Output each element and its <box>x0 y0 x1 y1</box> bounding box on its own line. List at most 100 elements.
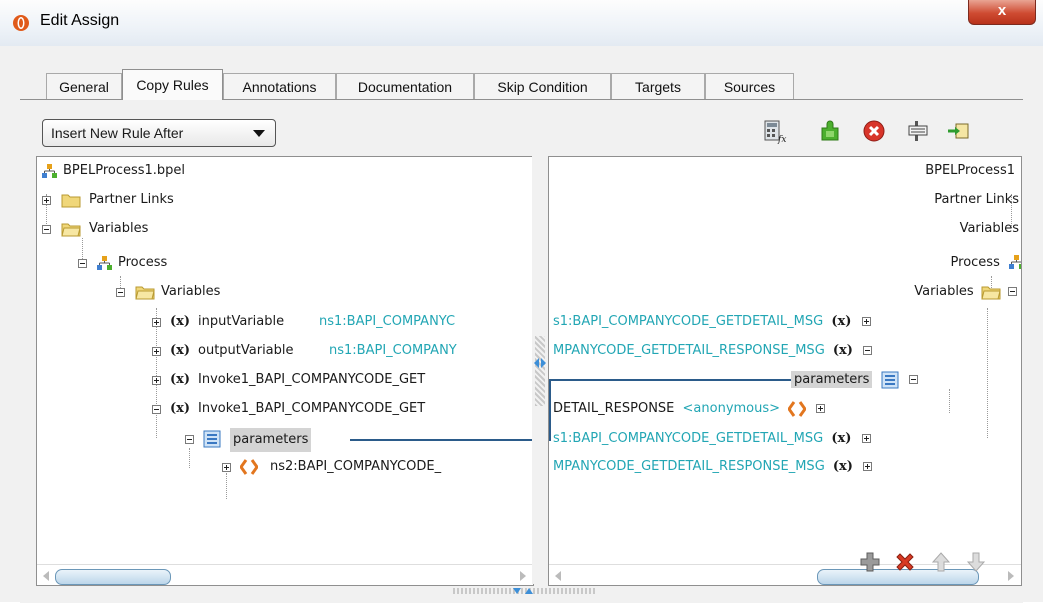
expand-icon[interactable] <box>816 404 826 413</box>
bulk-copy-icon[interactable] <box>905 118 931 144</box>
variable-icon: (x) <box>831 431 852 446</box>
tree-label: outputVariable <box>198 343 294 358</box>
tree-label: DETAIL_RESPONSE <box>553 401 675 416</box>
collapse-icon[interactable] <box>908 375 918 384</box>
tree-item-process[interactable]: Process <box>950 252 1021 274</box>
collapse-icon[interactable] <box>42 225 51 234</box>
expand-icon[interactable] <box>152 347 161 356</box>
variable-icon: (x) <box>170 314 191 329</box>
complex-type-icon <box>788 400 807 417</box>
expand-icon[interactable] <box>863 462 873 471</box>
copy-rules-panel: Insert New Rule After fx BPELProcess1.bp… <box>20 99 1023 603</box>
expand-icon[interactable] <box>42 196 51 205</box>
tree-label: Variables <box>914 284 974 299</box>
tab-sources[interactable]: Sources <box>705 73 794 99</box>
tree-item-root[interactable]: BPELProcess1 <box>925 160 1015 182</box>
move-up-icon[interactable] <box>929 550 953 574</box>
process-icon <box>42 164 57 178</box>
delete-rule-icon[interactable] <box>861 118 887 144</box>
tree-label: Process <box>118 255 168 270</box>
tree-label: parameters <box>230 428 312 452</box>
transform-icon[interactable] <box>945 118 971 144</box>
collapse-icon[interactable] <box>1008 287 1017 296</box>
variable-icon: (x) <box>170 372 191 387</box>
collapse-icon[interactable] <box>863 346 873 355</box>
scroll-left-icon[interactable] <box>43 571 49 581</box>
folder-open-icon <box>135 286 155 300</box>
tree-item-variables[interactable]: Variables <box>960 218 1019 240</box>
expand-icon[interactable] <box>152 318 161 327</box>
close-button[interactable]: x <box>968 0 1036 25</box>
scroll-right-icon[interactable] <box>1008 571 1014 581</box>
tree-item-process-variables[interactable]: Variables <box>914 281 1017 303</box>
add-icon[interactable] <box>858 550 882 574</box>
delete-icon[interactable] <box>893 550 917 574</box>
scroll-thumb[interactable] <box>55 569 171 585</box>
mapping-line[interactable] <box>549 379 551 441</box>
folder-open-icon <box>61 223 81 237</box>
process-icon <box>97 256 112 270</box>
collapse-icon[interactable] <box>116 288 125 297</box>
horizontal-scrollbar[interactable] <box>37 564 533 585</box>
scroll-right-icon[interactable] <box>520 571 526 581</box>
tree-item-target-input[interactable]: s1:BAPI_COMPANYCODE_GETDETAIL_MSG (x) <box>553 311 871 333</box>
tree-type: s1:BAPI_COMPANYCODE_GETDETAIL_MSG <box>553 314 824 329</box>
tree-type: <anonymous> <box>682 401 781 416</box>
tab-general[interactable]: General <box>46 73 122 99</box>
collapse-icon[interactable] <box>78 259 87 268</box>
expand-icon[interactable] <box>861 317 871 326</box>
tree-type: ns1:BAPI_COMPANY <box>329 343 457 358</box>
expand-icon[interactable] <box>222 463 231 472</box>
splitter-grip[interactable] <box>535 336 545 406</box>
variable-icon: (x) <box>170 401 191 416</box>
tree-item-target-row6[interactable]: MPANYCODE_GETDETAIL_RESPONSE_MSG (x) <box>553 456 873 478</box>
collapse-arrows-icon[interactable] <box>532 357 548 369</box>
scroll-left-icon[interactable] <box>555 571 561 581</box>
tab-annotations[interactable]: Annotations <box>223 73 336 99</box>
tree-label: Process <box>950 255 1000 270</box>
folder-icon <box>61 194 81 208</box>
expand-icon[interactable] <box>861 434 871 443</box>
tree-item-target-parameters[interactable]: parameters <box>791 369 918 391</box>
collapse-icon[interactable] <box>152 405 161 414</box>
folder-open-icon <box>981 286 1001 299</box>
expand-icon[interactable] <box>152 376 161 385</box>
complex-type-icon <box>240 459 258 475</box>
tree-label: BPELProcess1.bpel <box>63 163 186 178</box>
tab-copy-rules[interactable]: Copy Rules <box>122 69 223 100</box>
collapse-icon[interactable] <box>185 435 194 444</box>
insert-rule-dropdown-value: Insert New Rule After <box>51 125 184 141</box>
tree-type: s1:BAPI_COMPANYCODE_GETDETAIL_MSG <box>553 431 824 446</box>
tree-label: Variables <box>959 221 1019 236</box>
tree-item-target-response[interactable]: DETAIL_RESPONSE <anonymous> <box>553 398 826 420</box>
source-tree-panel: BPELProcess1.bpel Partner Links Variable… <box>36 156 534 586</box>
tab-skip-condition[interactable]: Skip Condition <box>474 73 611 99</box>
tree-line <box>949 389 950 413</box>
tree-label: Partner Links <box>934 192 1019 207</box>
tree-item-target-row5[interactable]: s1:BAPI_COMPANYCODE_GETDETAIL_MSG (x) <box>553 428 871 450</box>
window-title: Edit Assign <box>40 12 120 29</box>
splitter[interactable] <box>532 156 548 584</box>
target-tree-panel: BPELProcess1 Partner Links Variables Pro… <box>548 156 1022 586</box>
xml-fragment-icon[interactable] <box>817 118 843 144</box>
chevron-down-icon <box>253 130 265 137</box>
tab-documentation[interactable]: Documentation <box>336 73 474 99</box>
tree-type: MPANYCODE_GETDETAIL_RESPONSE_MSG <box>553 459 825 474</box>
mapping-line[interactable] <box>549 379 791 381</box>
insert-rule-dropdown[interactable]: Insert New Rule After <box>42 119 276 147</box>
move-down-icon[interactable] <box>964 550 988 574</box>
tree-item-target-output[interactable]: MPANYCODE_GETDETAIL_RESPONSE_MSG (x) <box>553 340 873 362</box>
variable-icon: (x) <box>170 343 191 358</box>
mapping-line[interactable] <box>350 439 533 441</box>
tree-label: ns2:BAPI_COMPANYCODE_ <box>270 459 442 474</box>
tree-line <box>987 308 988 438</box>
collapse-arrows-icon[interactable] <box>512 586 534 596</box>
tree-line <box>189 448 190 468</box>
svg-text:fx: fx <box>777 135 786 144</box>
expression-icon[interactable]: fx <box>761 118 787 144</box>
tree-item-partner-links[interactable]: Partner Links <box>934 189 1019 211</box>
tree-line <box>156 308 157 438</box>
tree-label: Invoke1_BAPI_COMPANYCODE_GET <box>198 372 426 387</box>
edit-assign-dialog: Edit Assign x General Copy Rules Annotat… <box>0 0 1043 603</box>
tab-targets[interactable]: Targets <box>611 73 705 99</box>
